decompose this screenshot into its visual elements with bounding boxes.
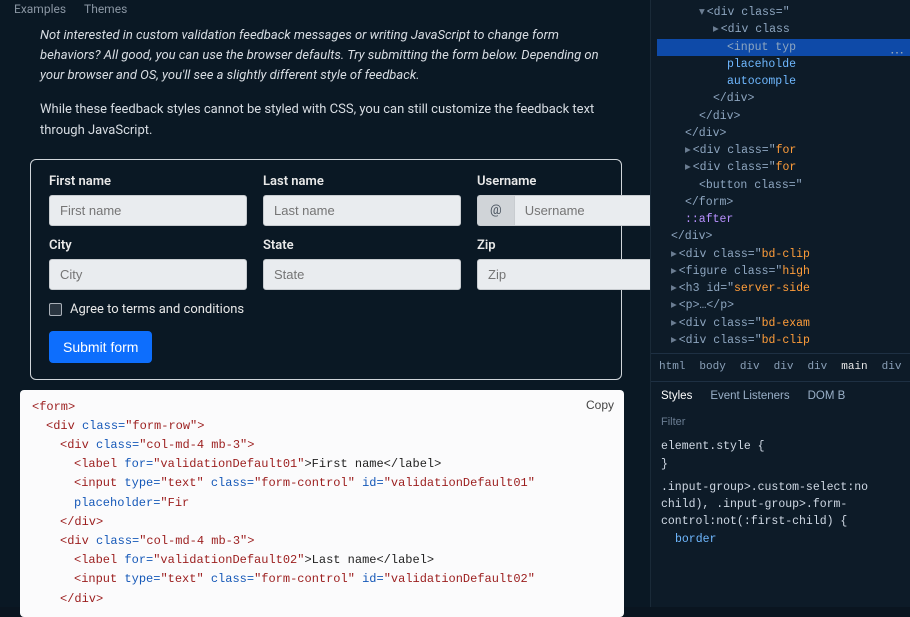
css-rules: element.style { } .input-group>.custom-s… xyxy=(651,436,910,550)
breadcrumb[interactable]: htmlbodydivdivdivmaindiv xyxy=(651,353,910,381)
selected-dom-node[interactable]: <input typ xyxy=(657,39,910,56)
last-name-input[interactable] xyxy=(263,195,461,226)
first-name-input[interactable] xyxy=(49,195,247,226)
state-label: State xyxy=(263,238,461,253)
tab-styles[interactable]: Styles xyxy=(661,388,692,405)
city-label: City xyxy=(49,238,247,253)
first-name-label: First name xyxy=(49,174,247,189)
tab-dom-breakpoints[interactable]: DOM B xyxy=(808,388,846,405)
top-nav: Examples Themes xyxy=(0,0,650,22)
code-sample: Copy <form> <div class="form-row"> <div … xyxy=(20,390,624,617)
zip-input[interactable] xyxy=(477,259,675,290)
last-name-label: Last name xyxy=(263,174,461,189)
submit-button[interactable]: Submit form xyxy=(49,331,152,363)
nav-themes[interactable]: Themes xyxy=(84,2,127,16)
styles-tabs[interactable]: Styles Event Listeners DOM B xyxy=(651,381,910,411)
terms-label: Agree to terms and conditions xyxy=(70,302,244,317)
devtools-pane: ⋯ ▾<div class=" ▸<div class <input typ p… xyxy=(650,0,910,607)
city-input[interactable] xyxy=(49,259,247,290)
nav-examples[interactable]: Examples xyxy=(14,2,66,16)
intro-paragraph-1: Not interested in custom validation feed… xyxy=(0,22,650,96)
tab-event-listeners[interactable]: Event Listeners xyxy=(710,388,789,405)
dom-tree[interactable]: ▾<div class=" ▸<div class <input typ pla… xyxy=(651,0,910,353)
state-input[interactable] xyxy=(263,259,461,290)
more-icon[interactable]: ⋯ xyxy=(890,44,904,65)
username-prefix: @ xyxy=(477,195,514,226)
intro-paragraph-2: While these feedback styles cannot be st… xyxy=(0,96,650,150)
styles-filter[interactable]: Filter xyxy=(651,411,910,437)
demo-form: First name Last name Username @ City xyxy=(30,159,622,380)
terms-checkbox[interactable] xyxy=(49,303,62,316)
documentation-pane: Examples Themes Not interested in custom… xyxy=(0,0,650,607)
zip-label: Zip xyxy=(477,238,675,253)
copy-button[interactable]: Copy xyxy=(586,396,614,415)
